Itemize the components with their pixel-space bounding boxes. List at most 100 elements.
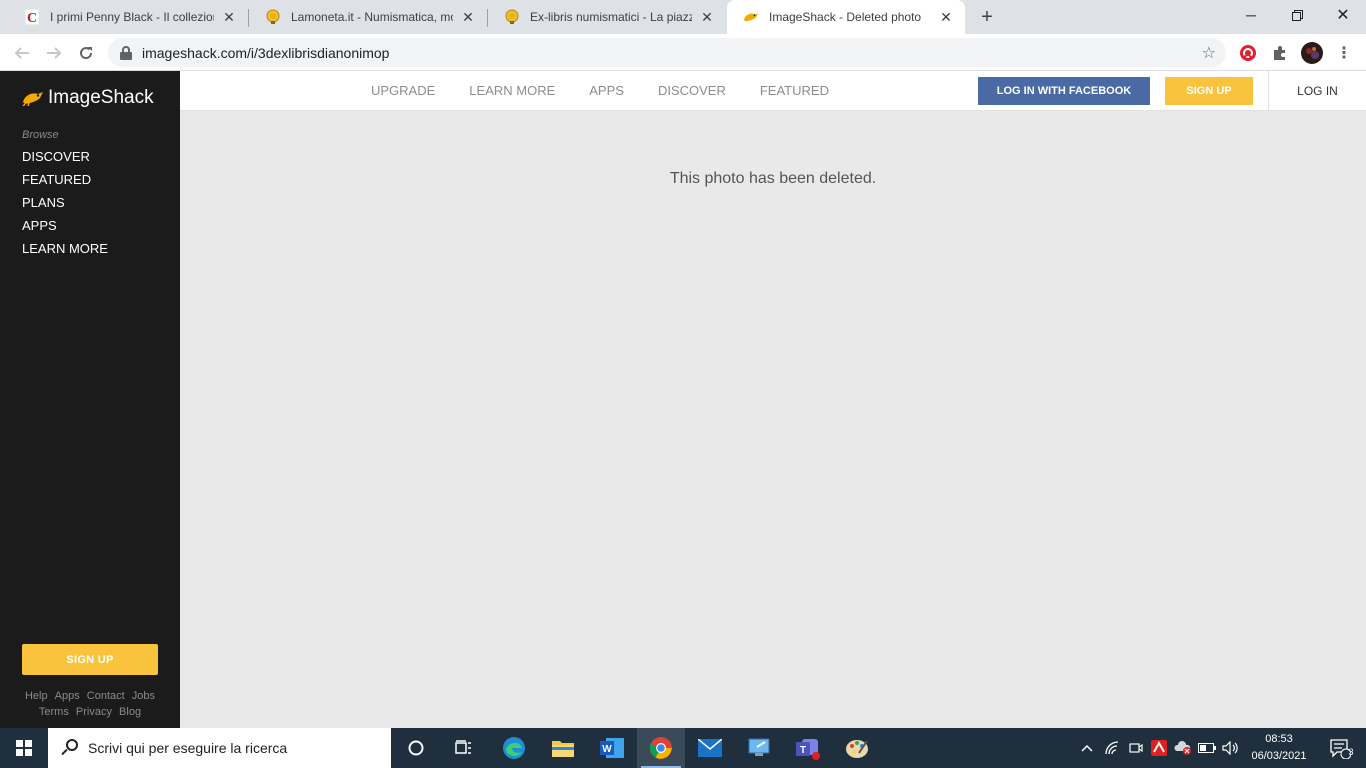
taskbar-search[interactable]: Scrivi qui per eseguire la ricerca: [48, 728, 391, 768]
forward-button[interactable]: [40, 39, 68, 67]
tab-title: ImageShack - Deleted photo: [769, 10, 922, 24]
search-icon: [60, 739, 78, 757]
signup-button[interactable]: SIGN UP: [1165, 77, 1253, 105]
puzzle-icon[interactable]: [1269, 42, 1291, 64]
browser-tab-strip: C I primi Penny Black - Il collezionis ✕…: [0, 0, 1366, 34]
logo-text: ImageShack: [48, 87, 154, 108]
more-vertical-icon[interactable]: ⋮: [1333, 42, 1355, 64]
volume-icon[interactable]: [1220, 728, 1242, 768]
paint-icon[interactable]: [833, 728, 881, 768]
nav-discover[interactable]: DISCOVER: [658, 83, 726, 98]
svg-text:C: C: [27, 11, 37, 25]
close-icon[interactable]: ✕: [459, 8, 477, 26]
browse-label: Browse: [22, 129, 59, 141]
bookmark-star-icon[interactable]: ☆: [1202, 43, 1216, 63]
search-placeholder: Scrivi qui per eseguire la ricerca: [88, 740, 288, 756]
close-window-button[interactable]: ✕: [1320, 0, 1366, 30]
footer-link-blog[interactable]: Blog: [119, 706, 141, 718]
sidebar-item-learn-more[interactable]: LEARN MORE: [22, 241, 108, 264]
battery-icon[interactable]: [1196, 728, 1218, 768]
imageshack-logo[interactable]: ImageShack: [22, 87, 154, 109]
browser-tab[interactable]: C I primi Penny Black - Il collezionis ✕: [8, 0, 248, 34]
browser-tab-active[interactable]: ImageShack - Deleted photo ✕: [727, 0, 965, 34]
avatar[interactable]: [1301, 42, 1323, 64]
reload-button[interactable]: [72, 39, 100, 67]
frog-logo-icon: [22, 92, 43, 106]
facebook-login-button[interactable]: LOG IN WITH FACEBOOK: [978, 77, 1150, 105]
svg-text:W: W: [602, 744, 612, 755]
restore-button[interactable]: [1274, 0, 1320, 30]
arrow-left-icon: [14, 47, 29, 59]
browser-tab[interactable]: Lamoneta.it - Numismatica, mone ✕: [249, 0, 487, 34]
sidebar-item-discover[interactable]: DISCOVER: [22, 149, 108, 172]
nav-apps[interactable]: APPS: [589, 83, 624, 98]
login-button[interactable]: LOG IN: [1269, 71, 1366, 111]
reload-icon: [80, 47, 93, 60]
file-explorer-icon[interactable]: [539, 728, 587, 768]
teams-icon[interactable]: T: [784, 728, 832, 768]
chrome-icon[interactable]: [637, 728, 685, 768]
windows-icon: [16, 740, 32, 756]
url-text: imageshack.com/i/3dexlibrisdianonimop: [142, 44, 390, 61]
tab-title: Lamoneta.it - Numismatica, mone: [291, 10, 453, 24]
footer-link-help[interactable]: Help: [25, 690, 48, 702]
sidebar-item-plans[interactable]: PLANS: [22, 195, 108, 218]
footer-link-terms[interactable]: Terms: [39, 706, 69, 718]
task-view-icon[interactable]: [440, 728, 488, 768]
footer-link-privacy[interactable]: Privacy: [76, 706, 112, 718]
coin-icon: [504, 9, 520, 25]
restore-icon: [1291, 9, 1303, 21]
minimize-button[interactable]: ─: [1228, 0, 1274, 30]
onedrive-error-icon[interactable]: [1172, 728, 1194, 768]
close-icon[interactable]: ✕: [698, 8, 716, 26]
antivirus-icon[interactable]: [1148, 728, 1170, 768]
footer-link-contact[interactable]: Contact: [87, 690, 125, 702]
nav-learn-more[interactable]: LEARN MORE: [469, 83, 555, 98]
nav-upgrade[interactable]: UPGRADE: [371, 83, 435, 98]
clock-date: 06/03/2021: [1251, 750, 1307, 762]
top-bar: UPGRADE LEARN MORE APPS DISCOVER FEATURE…: [180, 71, 1366, 111]
word-icon[interactable]: W: [588, 728, 636, 768]
windows-taskbar: Scrivi qui per eseguire la ricerca W T 0…: [0, 728, 1366, 768]
sidebar-footer: Help Apps Contact Jobs Terms Privacy Blo…: [0, 688, 180, 720]
clock-time: 08:53: [1265, 733, 1293, 745]
sidebar-signup-button[interactable]: SIGN UP: [22, 644, 158, 675]
notifications-button[interactable]: 3: [1320, 728, 1360, 768]
footer-link-apps[interactable]: Apps: [55, 690, 80, 702]
footer-link-jobs[interactable]: Jobs: [132, 690, 155, 702]
browser-toolbar: imageshack.com/i/3dexlibrisdianonimop ☆ …: [0, 34, 1366, 71]
cortana-icon[interactable]: [392, 728, 440, 768]
top-nav: UPGRADE LEARN MORE APPS DISCOVER FEATURE…: [371, 83, 863, 98]
close-icon[interactable]: ✕: [220, 8, 238, 26]
browser-tab[interactable]: Ex-libris numismatici - La piazzett ✕: [488, 0, 726, 34]
wifi-icon[interactable]: [1101, 728, 1123, 768]
remote-desktop-icon[interactable]: [735, 728, 783, 768]
extension-red-icon[interactable]: [1237, 42, 1259, 64]
sidebar-item-featured[interactable]: FEATURED: [22, 172, 108, 195]
start-button[interactable]: [0, 728, 48, 768]
address-bar[interactable]: imageshack.com/i/3dexlibrisdianonimop ☆: [108, 38, 1226, 67]
sidebar: ImageShack Browse DISCOVER FEATURED PLAN…: [0, 71, 180, 728]
coin-icon: [265, 9, 281, 25]
edge-icon[interactable]: [490, 728, 538, 768]
new-tab-button[interactable]: +: [975, 5, 999, 29]
lock-icon: [120, 45, 132, 60]
frog-icon: [743, 9, 759, 25]
close-icon[interactable]: ✕: [937, 8, 955, 26]
back-button[interactable]: [8, 39, 36, 67]
chevron-up-icon[interactable]: [1076, 728, 1098, 768]
tab-title: I primi Penny Black - Il collezionis: [50, 10, 214, 24]
svg-text:T: T: [800, 745, 806, 756]
nav-featured[interactable]: FEATURED: [760, 83, 829, 98]
clock[interactable]: 08:53 06/03/2021: [1248, 731, 1310, 765]
c-red-icon: C: [24, 9, 40, 25]
deleted-message: This photo has been deleted.: [669, 170, 877, 187]
imageshack-page: ImageShack Browse DISCOVER FEATURED PLAN…: [0, 71, 1366, 728]
notification-count: 3: [1348, 747, 1354, 757]
arrow-right-icon: [47, 47, 62, 59]
meet-now-icon[interactable]: [1125, 728, 1147, 768]
tab-title: Ex-libris numismatici - La piazzett: [530, 10, 692, 24]
sidebar-item-apps[interactable]: APPS: [22, 218, 108, 241]
mail-icon[interactable]: [686, 728, 734, 768]
sidebar-nav: DISCOVER FEATURED PLANS APPS LEARN MORE: [22, 149, 108, 264]
